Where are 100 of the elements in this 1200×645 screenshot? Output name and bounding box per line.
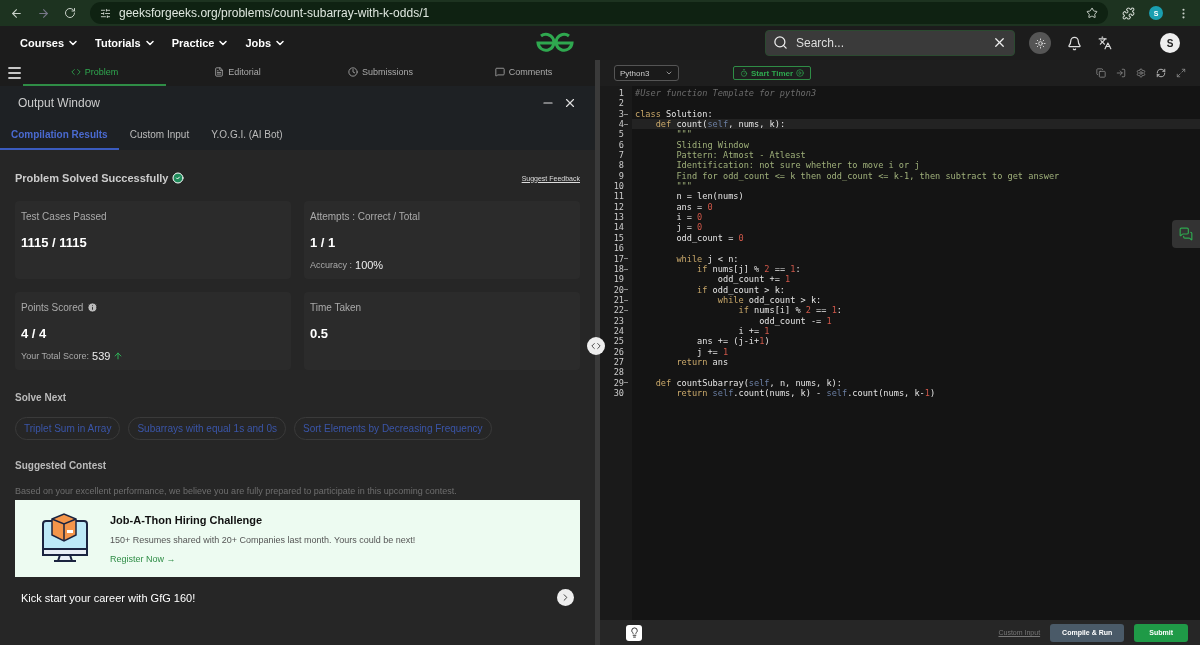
code-line: ans += (j-i+1)	[696, 336, 770, 347]
menu-icon[interactable]	[6, 64, 24, 82]
chat-button[interactable]	[1172, 220, 1200, 248]
code-icon	[70, 67, 81, 77]
bell-icon[interactable]	[1067, 35, 1082, 51]
nav-menu-item[interactable]: Jobs	[245, 37, 287, 49]
line-number: 1	[618, 88, 624, 99]
nav-menu-item[interactable]: Tutorials	[95, 37, 156, 49]
copy-icon[interactable]	[1096, 68, 1106, 78]
stat-sub-value: 100%	[355, 259, 384, 271]
import-icon[interactable]	[1116, 68, 1126, 78]
stat-value: 0.5	[310, 326, 330, 341]
problem-tab[interactable]: Comments	[452, 60, 595, 86]
hint-button[interactable]	[626, 624, 642, 641]
lightbulb-icon	[628, 627, 640, 638]
monitor-box-icon	[40, 512, 90, 565]
nav-menu-item[interactable]: Courses	[20, 37, 80, 49]
forward-icon[interactable]	[37, 6, 50, 20]
status-heading: Problem Solved Successfully	[15, 172, 185, 184]
line-number: 9	[618, 170, 624, 182]
line-number: 7	[618, 150, 624, 161]
code-line: n = len(nums)	[675, 191, 744, 202]
code-line: if nums[j] % 2 == 1:	[696, 263, 801, 274]
line-number: 2	[618, 98, 624, 109]
url-text: geeksforgeeks.org/problems/count-subarray-with-k-odds/1	[119, 6, 431, 20]
line-number: 13	[613, 212, 624, 223]
site-info-icon[interactable]	[100, 7, 111, 19]
stat-value: 4 / 4	[21, 326, 48, 341]
translate-icon[interactable]	[1098, 36, 1112, 50]
reset-icon[interactable]	[1156, 68, 1166, 78]
line-number: 27	[613, 356, 624, 368]
code-line: #User function Template for python3	[635, 88, 817, 98]
address-bar[interactable]: geeksforgeeks.org/problems/count-subarray-with-k-odds/1	[90, 2, 1108, 24]
section-heading: Solve Next	[15, 392, 68, 403]
stat-value: 1 / 1	[310, 235, 337, 250]
code-icon	[591, 341, 601, 351]
line-number: 15	[613, 232, 624, 244]
code-line: if odd_count > k:	[696, 284, 786, 295]
output-tab[interactable]: Y.O.G.I. (AI Bot)	[200, 120, 294, 150]
chat-icon	[1179, 227, 1193, 241]
stat-sub-label: Your Total Score:	[21, 351, 90, 361]
line-number: 11	[613, 191, 624, 202]
close-icon[interactable]	[992, 35, 1007, 50]
code-line: Pattern: Atmost - Atleast	[675, 150, 806, 161]
bookmark-star-icon[interactable]	[1086, 7, 1098, 19]
line-number: 17	[613, 253, 624, 264]
back-icon[interactable]	[10, 6, 23, 20]
search-field[interactable]: Search...	[765, 30, 1015, 56]
stat-sub-value: 539	[92, 350, 111, 362]
problem-tab[interactable]: Editorial	[166, 60, 310, 86]
logo-icon[interactable]	[535, 32, 575, 54]
user-avatar[interactable]: S	[1160, 33, 1180, 53]
code-line: while j < n:	[675, 253, 739, 264]
nav-menu-item[interactable]: Practice	[171, 37, 230, 49]
fullscreen-icon[interactable]	[1176, 68, 1186, 78]
line-number: 30	[613, 387, 624, 399]
contest-title: Job-A-Thon Hiring Challenge	[110, 513, 264, 526]
contest-description: 150+ Resumes shared with 20+ Companies last month. Yours could be next!	[110, 534, 416, 545]
reload-icon[interactable]	[64, 7, 76, 19]
chat-icon	[494, 67, 505, 77]
stat-label: Test Cases Passed	[21, 211, 108, 222]
line-number: 28	[613, 367, 624, 378]
line-number: 10	[613, 181, 624, 192]
document-icon	[214, 67, 225, 77]
check-circle-icon	[172, 172, 185, 184]
sun-icon	[1034, 37, 1046, 49]
code-line: def countSubarray(self, n, nums, k):	[654, 377, 842, 388]
code-line: ans = 0	[675, 201, 713, 212]
output-tab[interactable]: Custom Input	[118, 120, 201, 150]
code-line: return self.count(nums, k) - self.count(nums, k-1)	[675, 387, 936, 398]
stat-sub-label: Accuracy :	[310, 260, 352, 270]
line-number: 6	[618, 139, 624, 151]
code-line: """	[675, 181, 692, 192]
code-line: Sliding Window	[675, 139, 749, 150]
stat-label: Attempts : Correct / Total	[310, 211, 421, 222]
line-number: 19	[613, 274, 624, 285]
line-number: 22	[613, 305, 624, 316]
line-number: 23	[613, 315, 624, 326]
search-icon	[773, 35, 788, 50]
code-line: odd_count = 0	[675, 232, 744, 243]
problem-tab[interactable]: Submissions	[309, 60, 453, 86]
info-icon[interactable]	[87, 302, 99, 313]
code-line: return ans	[675, 356, 729, 367]
code-line: j = 0	[675, 222, 703, 233]
language-select[interactable]: Python3	[614, 65, 679, 81]
line-number: 20	[613, 284, 624, 295]
next-button[interactable]	[557, 589, 574, 606]
code-line: while odd_count > k:	[717, 294, 822, 305]
start-timer-button[interactable]: Start Timer	[733, 66, 812, 80]
close-icon[interactable]	[563, 96, 577, 110]
window-title: Output Window	[18, 96, 102, 110]
register-link[interactable]: Register Now →	[110, 553, 416, 564]
line-number: 4	[618, 119, 624, 130]
settings-icon[interactable]	[1136, 68, 1146, 78]
code-line: def count(self, nums, k):	[654, 119, 786, 130]
line-number: 3	[618, 108, 624, 120]
line-number: 21	[613, 294, 624, 306]
section-heading: Suggested Contest	[15, 460, 108, 471]
theme-toggle[interactable]	[1029, 32, 1051, 54]
extensions-icon[interactable]	[1122, 6, 1135, 20]
